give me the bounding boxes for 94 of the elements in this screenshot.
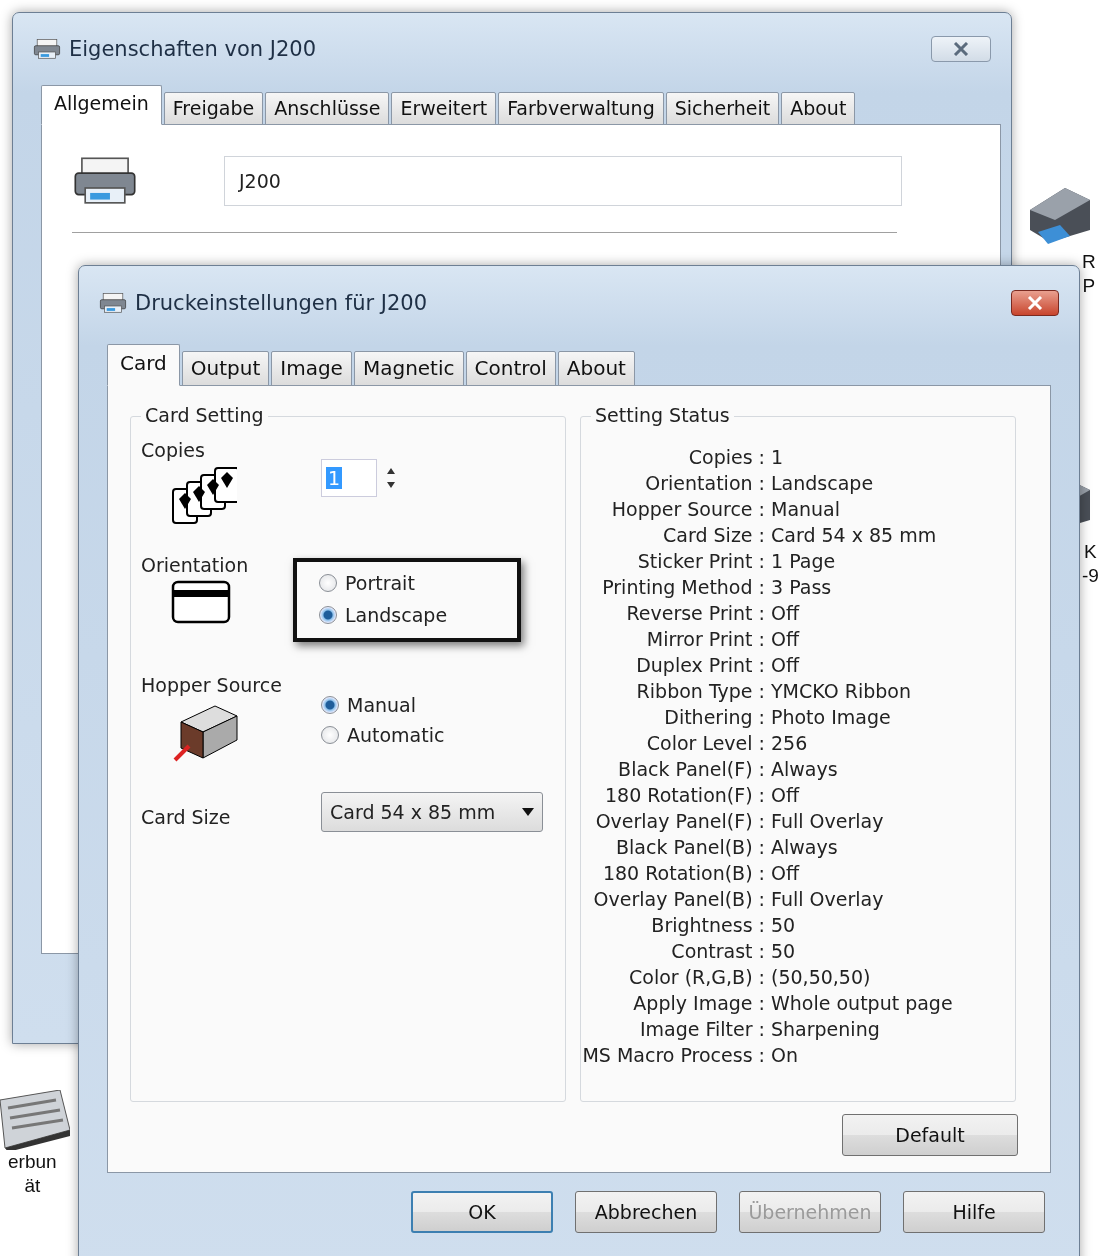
card-icon (171, 580, 231, 624)
tab[interactable]: Erweitert (391, 92, 497, 125)
status-label: Black Panel(B) : (615, 835, 765, 859)
dropdown-arrow-icon (522, 808, 534, 816)
field-label: Card Size (141, 806, 232, 828)
status-value: Off (770, 627, 801, 651)
status-label: Orientation : (644, 471, 765, 495)
status-label: Image Filter : (638, 1017, 765, 1041)
status-value: Off (770, 653, 801, 677)
tab[interactable]: Magnetic (353, 351, 464, 386)
status-value: Always (770, 757, 839, 781)
desktop-icon-label: ät (24, 1174, 41, 1198)
tab[interactable]: Allgemein (41, 85, 162, 125)
close-icon (953, 42, 969, 56)
status-label: Ribbon Type : (635, 679, 765, 703)
dialog-button[interactable]: Hilfe (903, 1191, 1045, 1233)
desktop-icon-label: -9 (1082, 564, 1099, 588)
status-value: 50 (770, 913, 797, 937)
status-value: Landscape (770, 471, 875, 495)
status-value: Card 54 x 85 mm (770, 523, 938, 547)
status-value: Sharpening (770, 1017, 881, 1041)
desktop-icon-label: P (1082, 274, 1096, 298)
default-button[interactable]: Default (842, 1114, 1018, 1156)
status-label: Black Panel(F) : (617, 757, 765, 781)
tab[interactable]: Sicherheit (665, 92, 780, 125)
status-value: Off (770, 861, 801, 885)
status-label: Card Size : (662, 523, 765, 547)
printer-name-field[interactable]: J200 (224, 156, 902, 207)
status-label: Printing Method : (601, 575, 765, 599)
card-size-dropdown[interactable]: Card 54 x 85 mm (321, 792, 543, 832)
status-label: Reverse Print : (625, 601, 765, 625)
status-value: YMCKO Ribbon (770, 679, 912, 703)
tab[interactable]: About (781, 92, 856, 125)
tab[interactable]: Output (181, 351, 270, 386)
status-label: Hopper Source : (610, 497, 765, 521)
radio-option[interactable]: Portrait (319, 572, 448, 594)
window-title: Druckeinstellungen für J200 (135, 291, 428, 315)
close-icon (1027, 296, 1043, 310)
group-title: Setting Status (591, 404, 734, 426)
status-label: 180 Rotation(B) : (601, 861, 765, 885)
status-label: 180 Rotation(F) : (604, 783, 765, 807)
status-value: Whole output page (770, 991, 954, 1015)
field-label: Hopper Source (141, 674, 283, 696)
status-value: 1 Page (770, 549, 837, 573)
radio-option[interactable]: Landscape (319, 604, 448, 626)
status-value: 256 (770, 731, 809, 755)
status-label: Brightness : (650, 913, 765, 937)
status-value: (50,50,50) (770, 965, 872, 989)
radio-option[interactable]: Automatic (321, 724, 445, 746)
status-value: 3 Pass (770, 575, 833, 599)
desktop-icon-label: erbun (8, 1150, 57, 1174)
field-label: Orientation (141, 554, 250, 576)
tab[interactable]: Control (465, 351, 556, 386)
group-title: Card Setting (141, 404, 268, 426)
tab[interactable]: About (557, 351, 635, 386)
status-label: Color (R,G,B) : (628, 965, 765, 989)
printer-icon (33, 37, 61, 61)
status-label: Overlay Panel(F) : (594, 809, 765, 833)
status-label: Overlay Panel(B) : (592, 887, 765, 911)
status-label: Mirror Print : (645, 627, 765, 651)
field-label: Copies (141, 439, 206, 461)
status-value: Off (770, 783, 801, 807)
status-label: Apply Image : (632, 991, 765, 1015)
desktop-icon-label: K (1084, 540, 1097, 564)
status-label: Copies : (687, 445, 765, 469)
status-label: Duplex Print : (635, 653, 765, 677)
status-value: Photo Image (770, 705, 892, 729)
desktop-icon-label: R (1082, 250, 1096, 274)
status-label: Dithering : (663, 705, 765, 729)
status-label: Sticker Print : (636, 549, 765, 573)
tab[interactable]: Freigabe (163, 92, 264, 125)
status-value: 50 (770, 939, 797, 963)
status-label: Contrast : (670, 939, 765, 963)
tab[interactable]: Farbverwaltung (498, 92, 664, 125)
close-button[interactable] (1011, 290, 1059, 316)
tab[interactable]: Card (107, 344, 180, 386)
status-value: Always (770, 835, 839, 859)
close-button[interactable] (931, 36, 991, 62)
status-value: Manual (770, 497, 842, 521)
tab[interactable]: Anschlüsse (265, 92, 390, 125)
status-label: MS Macro Process : (581, 1043, 765, 1067)
radio-option[interactable]: Manual (321, 694, 445, 716)
status-value: 1 (770, 445, 785, 469)
dialog-button[interactable]: OK (411, 1191, 553, 1233)
status-value: On (770, 1043, 799, 1067)
dialog-button[interactable]: Abbrechen (575, 1191, 717, 1233)
keyboard-icon (0, 1090, 70, 1150)
status-value: Off (770, 601, 801, 625)
status-value: Full Overlay (770, 809, 885, 833)
status-label: Color Level : (645, 731, 765, 755)
window-title: Eigenschaften von J200 (69, 37, 317, 61)
status-value: Full Overlay (770, 887, 885, 911)
tab[interactable]: Image (271, 351, 352, 386)
printer-icon (99, 291, 127, 315)
